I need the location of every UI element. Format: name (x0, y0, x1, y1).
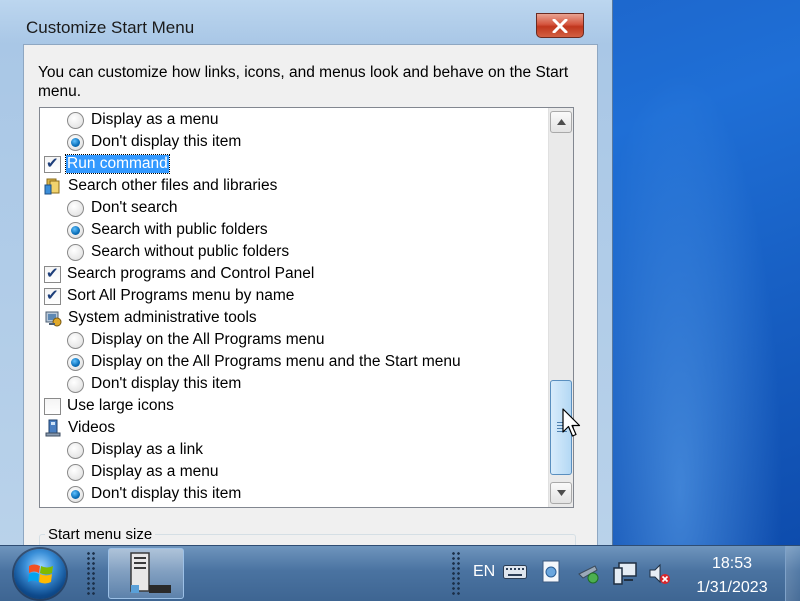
admin-tools-icon (45, 311, 62, 327)
list-item[interactable]: Don't search (67, 197, 178, 219)
radio-button[interactable] (67, 463, 84, 481)
scroll-up-button[interactable] (550, 111, 572, 133)
dialog-client-area: You can customize how links, icons, and … (23, 44, 598, 566)
list-item[interactable]: Search without public folders (67, 241, 289, 263)
list-item[interactable]: Sort All Programs menu by name (44, 285, 294, 307)
option-label: Don't display this item (91, 375, 242, 392)
monitor-tray-icon[interactable] (612, 560, 638, 586)
radio-button[interactable] (67, 133, 84, 151)
option-label: Display as a link (91, 441, 203, 458)
intro-text: You can customize how links, icons, and … (38, 64, 569, 100)
network-tray-icon[interactable] (577, 564, 601, 584)
list-item[interactable]: Don't display this item (67, 131, 241, 153)
option-label: Display on the All Programs menu and the… (91, 353, 461, 370)
list-item[interactable]: Display on the All Programs menu (67, 329, 324, 351)
radio-button[interactable] (67, 111, 84, 129)
list-item[interactable]: Search with public folders (67, 219, 268, 241)
checkbox[interactable] (44, 264, 61, 283)
close-icon (552, 18, 568, 33)
list-item: Search other files and libraries (44, 175, 277, 197)
tray-grip[interactable] (451, 551, 461, 595)
list-item[interactable]: Search programs and Control Panel (44, 263, 314, 285)
arrow-up-icon (556, 119, 566, 125)
option-label: Search with public folders (91, 221, 268, 238)
option-label: Sort All Programs menu by name (67, 287, 295, 304)
taskbar: EN 18:53 1/31/2023 (0, 545, 800, 601)
checkbox[interactable] (44, 397, 61, 415)
radio-button[interactable] (67, 485, 84, 503)
radio-button[interactable] (67, 331, 84, 349)
checkbox[interactable] (44, 154, 61, 173)
list-item: Videos (44, 417, 115, 439)
option-label: Use large icons (67, 397, 174, 414)
computer-app-icon (130, 552, 171, 593)
list-item: System administrative tools (44, 307, 257, 329)
scroll-down-button[interactable] (550, 482, 572, 504)
customize-start-menu-dialog: Customize Start Menu You can customize h… (0, 0, 613, 566)
clock-date: 1/31/2023 (696, 579, 768, 596)
radio-button[interactable] (67, 353, 84, 371)
start-button[interactable] (14, 549, 66, 599)
windows-logo-icon (28, 564, 53, 584)
radio-button[interactable] (67, 199, 84, 217)
language-indicator[interactable]: EN (473, 563, 495, 581)
radio-button[interactable] (67, 441, 84, 459)
list-item[interactable]: Display as a menu (67, 109, 219, 131)
option-label: Display on the All Programs menu (91, 331, 325, 348)
desktop-background (600, 0, 800, 545)
list-item[interactable]: Don't display this item (67, 373, 241, 395)
option-label: Display as a menu (91, 463, 219, 480)
checkbox[interactable] (44, 286, 61, 305)
option-label: Search programs and Control Panel (67, 265, 315, 282)
close-button[interactable] (536, 13, 584, 38)
videos-icon (45, 419, 61, 437)
option-label: Don't display this item (91, 485, 242, 502)
radio-button[interactable] (67, 221, 84, 239)
folder-icon (44, 178, 60, 195)
clock[interactable]: 18:53 1/31/2023 (684, 552, 780, 600)
option-label: Run command (65, 154, 170, 174)
radio-button[interactable] (67, 375, 84, 393)
show-desktop-button[interactable] (785, 546, 800, 601)
keyboard-icon[interactable] (503, 565, 527, 579)
options-listbox[interactable]: Display as a menu Don't display this ite… (39, 107, 574, 508)
start-menu-size-label: Start menu size (45, 526, 156, 543)
arrow-down-icon (556, 490, 566, 496)
list-item-run-command[interactable]: Run command (44, 153, 170, 175)
taskbar-grip[interactable] (86, 551, 96, 595)
list-item[interactable]: Don't display this item (67, 483, 241, 505)
option-label: Search without public folders (91, 243, 290, 260)
list-item[interactable]: Use large icons (44, 395, 174, 417)
mouse-cursor-icon (562, 408, 581, 437)
document-tray-icon[interactable] (541, 560, 563, 584)
list-item[interactable]: Display as a link (67, 439, 203, 461)
vertical-scrollbar[interactable] (548, 108, 573, 507)
option-label: Display as a menu (91, 111, 219, 128)
clock-time: 18:53 (711, 555, 753, 572)
window-title: Customize Start Menu (26, 18, 195, 37)
option-label: Don't search (91, 199, 178, 216)
list-item[interactable]: Display on the All Programs menu and the… (67, 351, 461, 373)
taskbar-app-button[interactable] (108, 548, 184, 599)
list-item[interactable]: Display as a menu (67, 461, 219, 483)
radio-button[interactable] (67, 243, 84, 261)
option-label: Don't display this item (91, 133, 242, 150)
group-label: System administrative tools (68, 309, 257, 326)
group-label: Videos (68, 419, 116, 436)
volume-muted-icon[interactable] (648, 562, 672, 586)
group-label: Search other files and libraries (68, 177, 278, 194)
